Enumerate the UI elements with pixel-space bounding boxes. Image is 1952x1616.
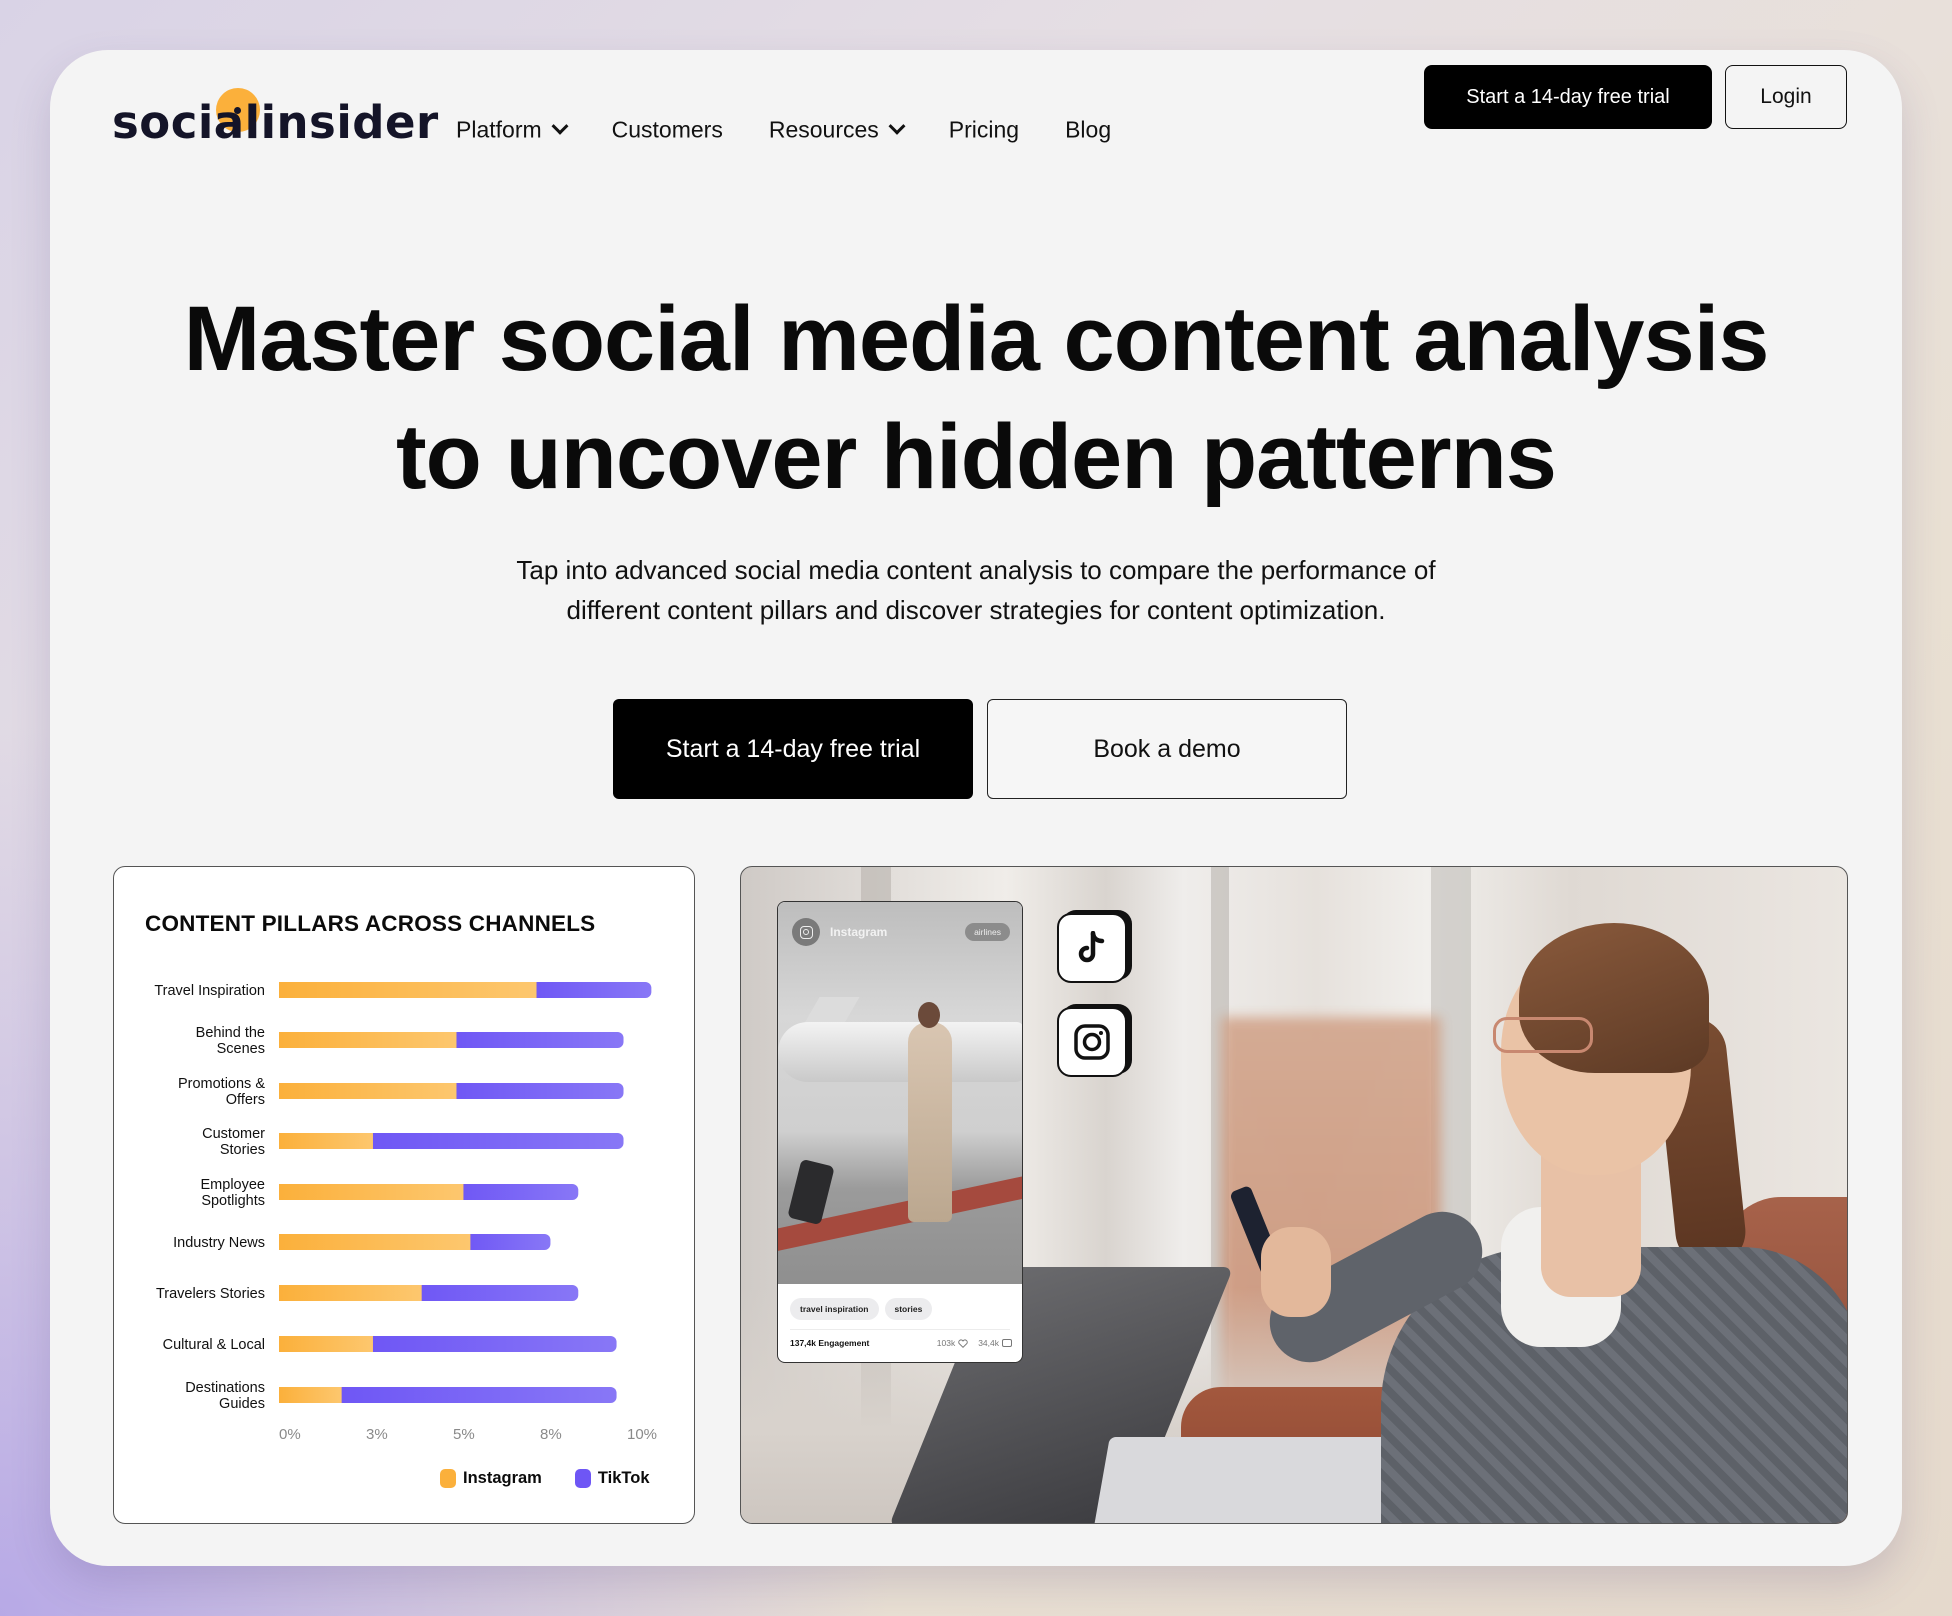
post-engagement: 137,4k Engagement bbox=[790, 1338, 870, 1348]
content-pillars-chart-card: CONTENT PILLARS ACROSS CHANNELS Travel I… bbox=[113, 866, 695, 1524]
logo[interactable]: socialinsider bbox=[112, 82, 438, 152]
chart-legend: Instagram TikTok bbox=[440, 1469, 683, 1488]
nav-item-customers[interactable]: Customers bbox=[612, 117, 723, 144]
book-demo-button[interactable]: Book a demo bbox=[987, 699, 1347, 799]
chevron-down-icon bbox=[888, 117, 906, 135]
category-label: Travelers Stories bbox=[156, 1286, 265, 1302]
comment-icon bbox=[1002, 1339, 1012, 1347]
legend-swatch bbox=[440, 1469, 456, 1488]
category-label: Customer Stories bbox=[202, 1126, 265, 1158]
bar-tiktok bbox=[333, 1387, 617, 1403]
nav-item-blog[interactable]: Blog bbox=[1065, 117, 1111, 144]
bar-instagram bbox=[279, 1083, 457, 1099]
post-comments: 34,4k bbox=[978, 1338, 1012, 1348]
hero-subtitle-line: different content pillars and discover s… bbox=[566, 595, 1386, 625]
bar-instagram bbox=[279, 982, 537, 998]
photo-woman-hand bbox=[1261, 1227, 1331, 1317]
bar-tiktok bbox=[448, 1083, 624, 1099]
hero-subtitle: Tap into advanced social media content a… bbox=[50, 550, 1902, 630]
bar-tiktok bbox=[448, 1032, 624, 1048]
category-label: Travel Inspiration bbox=[154, 983, 265, 999]
x-tick-label: 0% bbox=[279, 1426, 301, 1443]
login-button[interactable]: Login bbox=[1725, 65, 1847, 129]
bar-tiktok bbox=[462, 1234, 551, 1250]
instagram-icon bbox=[792, 918, 820, 946]
post-stats: 137,4k Engagement 103k 34,4k bbox=[790, 1338, 1012, 1348]
hero-subtitle-line: Tap into advanced social media content a… bbox=[516, 555, 1436, 585]
nav-item-label: Platform bbox=[456, 116, 542, 143]
post-chip: airlines bbox=[965, 923, 1010, 941]
post-tag: travel inspiration bbox=[790, 1298, 879, 1320]
x-tick-label: 10% bbox=[627, 1426, 657, 1443]
x-tick-label: 5% bbox=[453, 1426, 475, 1443]
bar-tiktok bbox=[528, 982, 652, 998]
category-label: Destinations Guides bbox=[185, 1380, 265, 1412]
post-image-suitcase bbox=[787, 1158, 835, 1226]
bar-instagram bbox=[279, 1285, 422, 1301]
photo-woman-glasses bbox=[1493, 1017, 1593, 1053]
post-image-plane bbox=[778, 1022, 1022, 1082]
nav-item-platform[interactable]: Platform bbox=[456, 116, 569, 144]
legend-item-tiktok: TikTok bbox=[574, 1469, 650, 1488]
post-image-traveler bbox=[908, 1022, 952, 1222]
chevron-down-icon bbox=[551, 117, 569, 135]
heart-icon bbox=[958, 1338, 968, 1348]
logo-wordmark: socialinsider bbox=[112, 96, 439, 149]
bar-tiktok bbox=[455, 1184, 579, 1200]
bar-instagram bbox=[279, 1032, 457, 1048]
stacked-bar-chart: Travel Inspiration Behind the Scenes Promot… bbox=[154, 982, 657, 1443]
category-label: Employee Spotlights bbox=[201, 1177, 265, 1209]
legend-label: Instagram bbox=[463, 1469, 542, 1487]
post-image bbox=[778, 902, 1022, 1284]
category-label: Behind the Scenes bbox=[196, 1025, 265, 1057]
post-header: Instagram airlines bbox=[792, 918, 1010, 946]
bar-instagram bbox=[279, 1133, 373, 1149]
bar-instagram bbox=[279, 1387, 342, 1403]
hero-title: Master social media content analysis to … bbox=[50, 280, 1902, 516]
instagram-icon bbox=[1074, 1024, 1110, 1060]
post-tags: travel inspiration stories bbox=[790, 1298, 938, 1320]
header-trial-button[interactable]: Start a 14-day free trial bbox=[1424, 65, 1712, 129]
legend-swatch bbox=[574, 1469, 591, 1488]
category-label: Industry News bbox=[173, 1235, 265, 1251]
x-tick-label: 3% bbox=[366, 1426, 388, 1443]
bar-tiktok bbox=[413, 1285, 579, 1301]
hero-title-line: to uncover hidden patterns bbox=[396, 406, 1557, 508]
main-nav: Platform Customers Resources Pricing Blo… bbox=[456, 117, 1157, 144]
bar-tiktok bbox=[364, 1336, 617, 1352]
category-label: Cultural & Local bbox=[163, 1337, 265, 1353]
divider bbox=[790, 1329, 1010, 1330]
tiktok-button[interactable] bbox=[1057, 913, 1127, 983]
tiktok-icon bbox=[1078, 931, 1105, 963]
instagram-post-card: Instagram airlines travel inspiration st… bbox=[777, 901, 1023, 1363]
hero-title-line: Master social media content analysis bbox=[183, 288, 1770, 390]
browser-window: socialinsider Platform Customers Resourc… bbox=[50, 50, 1902, 1566]
instagram-button[interactable] bbox=[1057, 1007, 1127, 1077]
bar-instagram bbox=[279, 1184, 464, 1200]
hero-photo: Instagram airlines travel inspiration st… bbox=[740, 866, 1848, 1524]
post-tag: stories bbox=[884, 1298, 933, 1320]
comments-count: 34,4k bbox=[978, 1338, 999, 1348]
category-label: Promotions & Offers bbox=[178, 1076, 265, 1108]
post-likes: 103k bbox=[937, 1338, 968, 1348]
x-tick-label: 8% bbox=[540, 1426, 562, 1443]
likes-count: 103k bbox=[936, 1338, 956, 1348]
legend-label: TikTok bbox=[597, 1469, 650, 1487]
start-trial-button[interactable]: Start a 14-day free trial bbox=[613, 699, 973, 799]
post-image-traveler-head bbox=[918, 1002, 940, 1028]
nav-item-label: Blog bbox=[1065, 116, 1112, 143]
legend-item-instagram: Instagram bbox=[440, 1469, 542, 1488]
nav-item-label: Resources bbox=[768, 116, 879, 143]
bar-instagram bbox=[279, 1234, 471, 1250]
nav-item-label: Pricing bbox=[948, 116, 1020, 143]
bar-tiktok bbox=[364, 1133, 624, 1149]
post-platform: Instagram bbox=[830, 925, 888, 939]
nav-item-pricing[interactable]: Pricing bbox=[949, 117, 1019, 144]
bar-instagram bbox=[279, 1336, 373, 1352]
nav-item-label: Customers bbox=[611, 116, 723, 143]
nav-item-resources[interactable]: Resources bbox=[768, 116, 906, 144]
